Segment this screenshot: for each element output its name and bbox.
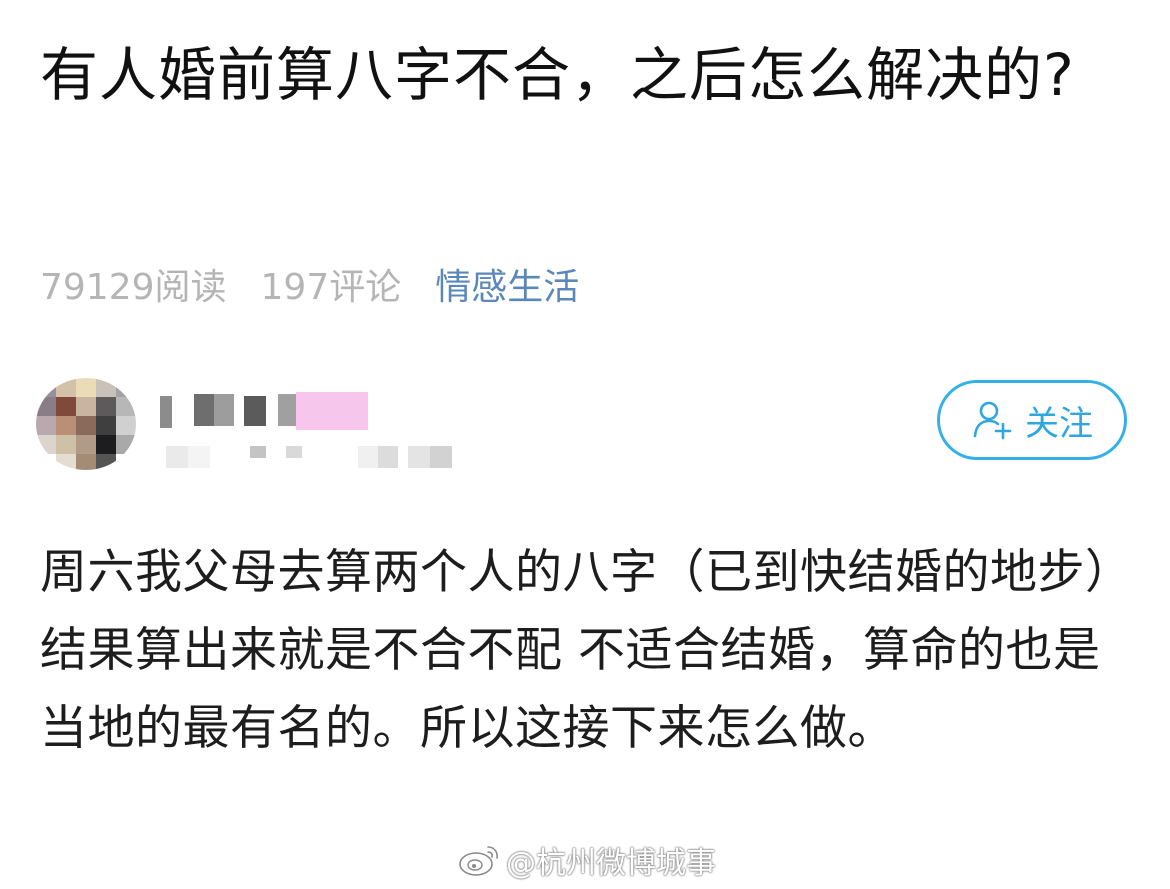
avatar-pixel	[76, 416, 96, 435]
avatar-pixel	[56, 454, 76, 470]
watermark-text: @杭州微博城事	[506, 846, 716, 881]
follow-label: 关注	[1025, 403, 1093, 444]
avatar-pixel	[76, 435, 96, 454]
avatar-pixel	[36, 435, 56, 454]
avatar-pixel	[116, 416, 136, 435]
avatar[interactable]	[36, 378, 136, 470]
avatar-pixel	[56, 416, 76, 435]
avatar-pixel	[96, 454, 116, 470]
comment-count[interactable]: 197评论	[261, 258, 402, 310]
avatar-pixel	[96, 378, 116, 397]
author-name-blurred[interactable]	[146, 392, 368, 430]
add-user-icon	[973, 401, 1012, 440]
avatar-pixel	[76, 454, 96, 470]
post-body: 周六我父母去算两个人的八字（已到快结婚的地步）结果算出来就是不合不配 不适合结婚…	[40, 545, 1133, 756]
author-row: 关注	[36, 378, 1136, 488]
avatar-pixel	[76, 397, 96, 416]
avatar-pixel	[56, 435, 76, 454]
avatar-pixel	[116, 378, 136, 397]
follow-button[interactable]: 关注	[937, 380, 1127, 460]
topic-link[interactable]: 情感生活	[435, 258, 579, 310]
avatar-pixel	[36, 454, 56, 470]
read-count: 79129阅读	[40, 267, 227, 308]
avatar-pixel	[76, 378, 96, 397]
watermark: @杭州微博城事	[458, 838, 716, 882]
avatar-pixel	[96, 416, 116, 435]
avatar-pixel	[96, 435, 116, 454]
avatar-pixel	[36, 378, 56, 397]
avatar-pixel	[116, 397, 136, 416]
avatar-pixel	[36, 416, 56, 435]
avatar-pixel	[36, 397, 56, 416]
author-info-blurred	[166, 446, 452, 468]
post-meta: 79129阅读 197评论 情感生活	[40, 256, 579, 312]
avatar-pixel	[56, 397, 76, 416]
avatar-pixel	[56, 378, 76, 397]
avatar-pixel	[116, 454, 136, 470]
avatar-pixel	[96, 397, 116, 416]
avatar-pixel	[116, 435, 136, 454]
weibo-icon	[459, 846, 498, 876]
post-title: 有人婚前算八字不合，之后怎么解决的?	[40, 41, 1075, 109]
